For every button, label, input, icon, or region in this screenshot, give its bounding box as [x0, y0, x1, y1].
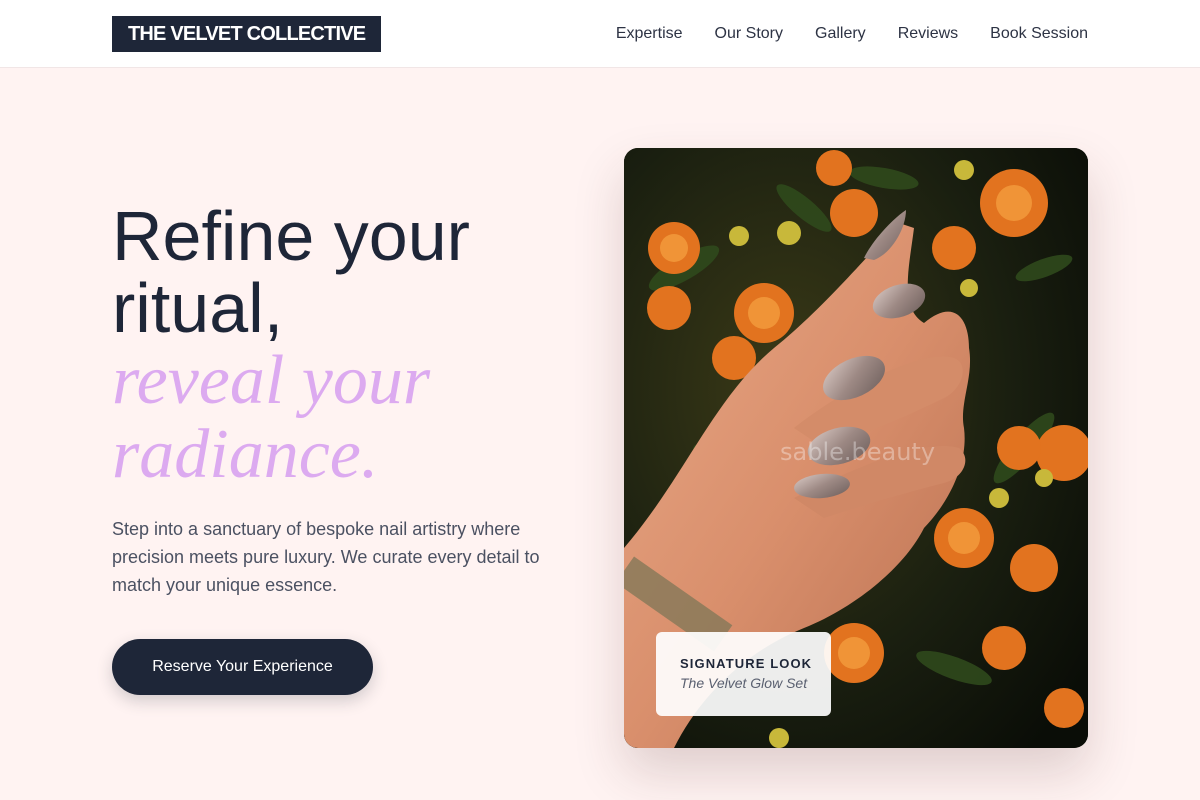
reserve-experience-button[interactable]: Reserve Your Experience — [112, 639, 373, 695]
nav-link-gallery[interactable]: Gallery — [815, 25, 866, 43]
headline-line-2: ritual, — [112, 269, 284, 347]
headline-accent-2: radiance. — [112, 416, 379, 493]
hero-intro: Step into a sanctuary of bespoke nail ar… — [112, 519, 540, 595]
main-nav: Expertise Our Story Gallery Reviews Book… — [616, 0, 1088, 68]
nav-link-reviews[interactable]: Reviews — [898, 25, 958, 43]
site-header: THE VELVET COLLECTIVE Expertise Our Stor… — [0, 0, 1200, 68]
caption-title: SIGNATURE LOOK — [680, 656, 813, 671]
caption-subtitle: The Velvet Glow Set — [680, 675, 808, 691]
featured-nail-photo: sable.beauty SIGNATURE LOOK The Velvet G… — [624, 148, 1088, 748]
headline-line-1: Refine your — [112, 197, 470, 275]
nav-link-book-session[interactable]: Book Session — [990, 25, 1088, 43]
hero-headline: Refine your ritual, reveal your radiance… — [112, 200, 592, 492]
signature-look-card: SIGNATURE LOOK The Velvet Glow Set — [656, 632, 831, 716]
nav-link-expertise[interactable]: Expertise — [616, 25, 683, 43]
photo-watermark: sable.beauty — [780, 438, 936, 466]
brand-logo[interactable]: THE VELVET COLLECTIVE — [112, 16, 382, 52]
nav-link-our-story[interactable]: Our Story — [715, 25, 783, 43]
headline-accent-1: reveal your — [112, 342, 431, 419]
